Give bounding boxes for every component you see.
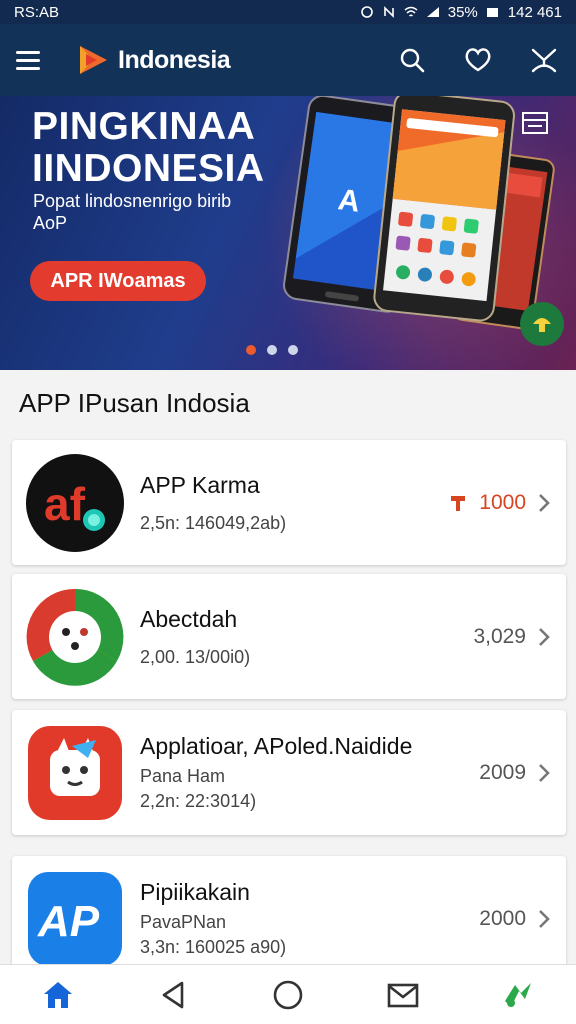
banner-title-line1: PINGKINAA [32,105,256,148]
brand-icon [505,982,532,1007]
menu-icon-line [16,58,40,62]
nav-home-circle-button[interactable] [266,973,310,1017]
app-title: Indonesia [118,45,231,74]
back-icon [162,981,184,1008]
search-button[interactable] [396,44,428,76]
brand[interactable]: Indonesia [76,43,231,77]
status-bar: RS:AB 35% 142 461 [0,0,576,24]
bottom-nav [0,964,576,1024]
chat-heart-icon [465,48,491,72]
mail-icon [387,983,419,1007]
nav-home-button[interactable] [36,973,80,1017]
app-karma-icon: af [26,453,124,552]
app-stats: 2,00. 13/00i0) [140,646,251,667]
circle-home-icon [273,980,303,1009]
banner-pagination[interactable] [246,345,298,355]
chevron-right-icon [539,909,550,928]
app-developer: Pana Ham [140,766,226,786]
banner-title: PINGKINAA IINDONESIA [32,106,265,190]
app-value: 1000 [479,490,526,514]
app-name: APP Karma [140,471,260,498]
chevron-right-icon [539,763,550,782]
ap-app-icon: AP [28,871,122,966]
alarm-icon [360,6,373,18]
app-name: Abectdah [140,605,238,632]
svg-text:A: A [336,183,362,219]
search-icon [400,48,425,73]
menu-icon-line [16,66,40,70]
mushroom-icon [533,318,551,332]
status-left-text: RS:AB [14,3,60,21]
app-list-item[interactable]: Abectdah 2,00. 13/00i0) 3,029 [12,574,566,699]
pagination-dot-active[interactable] [246,345,256,355]
hammer-icon [451,495,466,511]
nav-messages-button[interactable] [381,973,425,1017]
status-time: 142 461 [507,3,562,21]
chevron-right-icon [539,627,550,646]
play-logo-icon [80,46,107,74]
signal-icon [426,7,439,17]
app-developer: PavaPNan [140,912,227,932]
banner-title-line2: IINDONESIA [32,147,265,190]
promo-badge-button[interactable] [520,302,564,346]
app-value: 3,029 [473,624,526,648]
app-stats: 2,5n: 146049,2ab) [140,512,287,533]
promo-banner[interactable]: PINGKINAA IINDONESIA Popat lindosnenrigo… [0,96,576,370]
menu-button[interactable] [16,45,46,75]
pagination-dot[interactable] [288,345,298,355]
app-list-item[interactable]: AP Pipiikakain PavaPNan 3,3n: 160025 a90… [12,856,566,981]
menu-icon-line [16,50,40,54]
home-icon [43,981,72,1008]
app-name: Pipiikakain [140,879,250,905]
nav-back-button[interactable] [151,973,195,1017]
nav-brand-button[interactable] [496,973,540,1017]
app-name: Applatioar, APoled.Naidide [140,733,413,759]
applatioar-icon [28,725,122,820]
app-value: 2000 [479,906,526,930]
share-icon [531,48,557,73]
battery-percent: 35% [447,3,478,21]
svg-text:AP: AP [37,897,100,946]
section-title: APP IPusan Indosia [19,388,250,418]
wifi-icon [404,6,418,17]
chevron-right-icon [539,493,550,512]
banner-subtitle: Popat lindosnenrigo birib AoP [33,191,232,233]
battery-icon [486,8,498,17]
abectdah-icon [26,588,124,686]
app-list-item[interactable]: Applatioar, APoled.Naidide Pana Ham 2,2n… [12,710,566,835]
app-bar: Indonesia [0,24,576,96]
app-value: 2009 [479,760,526,784]
share-button[interactable] [528,44,560,76]
app-stats: 2,2n: 22:3014) [140,791,257,811]
pagination-dot[interactable] [267,345,277,355]
svg-text:af: af [44,478,86,530]
gift-card-icon [522,112,548,134]
nfc-icon [383,6,394,18]
banner-cta-button[interactable]: APR IWoamas [30,261,206,301]
favorites-button[interactable] [462,44,494,76]
app-stats: 3,3n: 160025 a90) [140,937,287,957]
app-list-item[interactable]: af APP Karma 2,5n: 146049,2ab) 1000 [12,440,566,565]
